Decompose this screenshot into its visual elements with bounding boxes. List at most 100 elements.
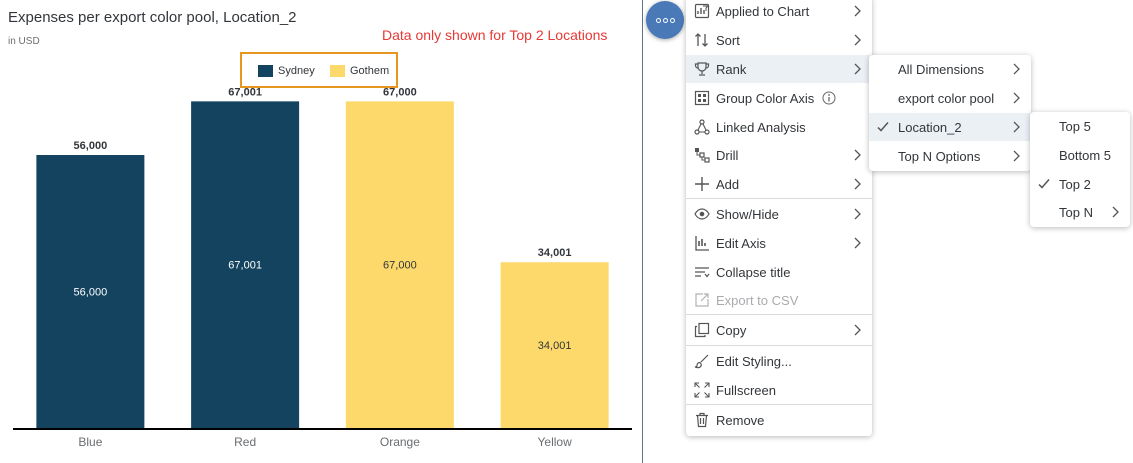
menu-item-label: Copy [716,322,747,338]
linked-analysis-icon [694,119,710,135]
menu-item-drill[interactable]: Drill [686,141,872,169]
brush-icon [694,354,709,369]
eye-icon [694,208,710,220]
info-icon[interactable] [822,91,836,105]
submenu-item-all-dimensions[interactable]: All Dimensions [869,55,1031,83]
menu-item-label: Fullscreen [716,382,776,398]
menu-separator [686,198,872,199]
menu-item-group-color-axis[interactable]: Group Color Axis [686,84,872,112]
menu-item-label: Collapse title [716,264,791,280]
bar-top-label: 67,001 [228,86,262,98]
menu-item-sort[interactable]: Sort [686,26,872,54]
menu-separator [686,345,872,346]
menu-item-label: Linked Analysis [716,119,806,135]
submenu-item-top-5[interactable]: Top 5 [1030,112,1130,140]
menu-item-label: Applied to Chart [716,3,810,19]
chevron-right-icon [854,208,861,220]
plus-icon [695,177,709,191]
menu-item-label: Drill [716,147,739,163]
sort-icon [695,33,708,47]
x-tick-label: Yellow [538,435,573,449]
menu-separator [686,314,872,315]
menu-item-label: Group Color Axis [716,90,815,106]
menu-item-add[interactable]: Add [686,170,872,198]
chevron-right-icon [854,63,861,75]
bar-top-label: 56,000 [74,140,108,152]
chevron-right-icon [1013,92,1020,104]
menu-item-label: Remove [716,412,765,428]
rank-submenu: All Dimensions export color pool Locatio… [869,55,1031,171]
checkmark-icon [877,122,889,132]
chevron-right-icon [1112,206,1119,218]
group-axis-icon [694,90,710,106]
collapse-title-icon [695,267,710,278]
menu-item-remove[interactable]: Remove [686,406,872,434]
submenu-item-export-color-pool[interactable]: export color pool [869,84,1031,112]
menu-item-edit-styling[interactable]: Edit Styling... [686,347,872,375]
location-rank-submenu: Top 5 Bottom 5 Top 2 Top N [1030,112,1130,227]
trash-icon [696,412,708,428]
submenu-item-top-n-options[interactable]: Top N Options [869,142,1031,170]
chevron-right-icon [854,178,861,190]
menu-item-export-csv[interactable]: Export to CSV [686,286,872,314]
menu-item-label: Top 5 [1059,118,1091,134]
bar-top-label: 67,000 [383,86,417,98]
chevron-right-icon [854,324,861,336]
menu-item-label: Rank [716,61,747,77]
menu-item-label: export color pool [898,90,995,106]
chevron-right-icon [854,237,861,249]
chevron-right-icon [854,34,861,46]
bar-chart: 56,000 56,000 Blue 67,001 67,001 Red 67,000 67,… [13,86,632,449]
export-icon [695,293,709,307]
x-tick-label: Orange [380,435,420,449]
menu-item-show-hide[interactable]: Show/Hide [686,200,872,228]
drill-icon [695,148,710,163]
menu-item-label: Show/Hide [716,206,779,222]
x-tick-label: Red [234,435,256,449]
menu-item-collapse-title[interactable]: Collapse title [686,258,872,286]
chevron-right-icon [854,149,861,161]
menu-item-linked-analysis[interactable]: Linked Analysis [686,113,872,141]
menu-separator [686,404,872,405]
menu-item-rank[interactable]: Rank [686,55,872,83]
chevron-right-icon [1013,121,1020,133]
menu-item-fullscreen[interactable]: Fullscreen [686,376,872,404]
menu-item-label: All Dimensions [898,61,984,77]
edit-axis-icon [695,236,709,251]
menu-item-label: Sort [716,32,740,48]
chevron-right-icon [854,5,861,17]
menu-item-label: Export to CSV [716,292,799,308]
menu-item-applied-to-chart[interactable]: Applied to Chart [686,0,872,25]
bar-top-label: 34,001 [538,247,572,259]
menu-item-label: Top 2 [1059,176,1091,192]
bar-inner-label: 67,001 [228,260,262,272]
menu-item-copy[interactable]: Copy [686,316,872,344]
bar-inner-label: 56,000 [74,287,108,299]
submenu-item-location-2[interactable]: Location_2 [869,113,1031,141]
submenu-item-bottom-5[interactable]: Bottom 5 [1030,141,1130,169]
more-dots-icon [655,17,675,23]
chart-context-menu: Applied to Chart Sort Rank Group Color A… [686,0,872,436]
bar-inner-label: 67,000 [383,260,417,272]
submenu-item-top-2[interactable]: Top 2 [1030,170,1130,198]
menu-item-label: Location_2 [898,119,962,135]
menu-item-edit-axis[interactable]: Edit Axis [686,229,872,257]
submenu-item-top-n[interactable]: Top N [1030,198,1130,226]
fullscreen-icon [694,382,710,398]
bar-inner-label: 34,001 [538,340,572,352]
chevron-right-icon [1013,63,1020,75]
menu-item-label: Edit Styling... [716,353,792,369]
trophy-icon [694,62,710,76]
chart-filter-icon [694,3,710,19]
chart-panel: Expenses per export color pool, Location… [0,0,643,463]
more-actions-button[interactable] [646,1,684,39]
chevron-right-icon [1013,150,1020,162]
menu-item-label: Bottom 5 [1059,147,1112,163]
copy-icon [694,322,710,338]
menu-item-label: Edit Axis [716,235,766,251]
x-tick-label: Blue [78,435,102,449]
checkmark-icon [1038,179,1050,189]
menu-item-label: Top N Options [898,148,981,164]
menu-item-label: Top N [1059,204,1093,220]
menu-item-label: Add [716,176,740,192]
